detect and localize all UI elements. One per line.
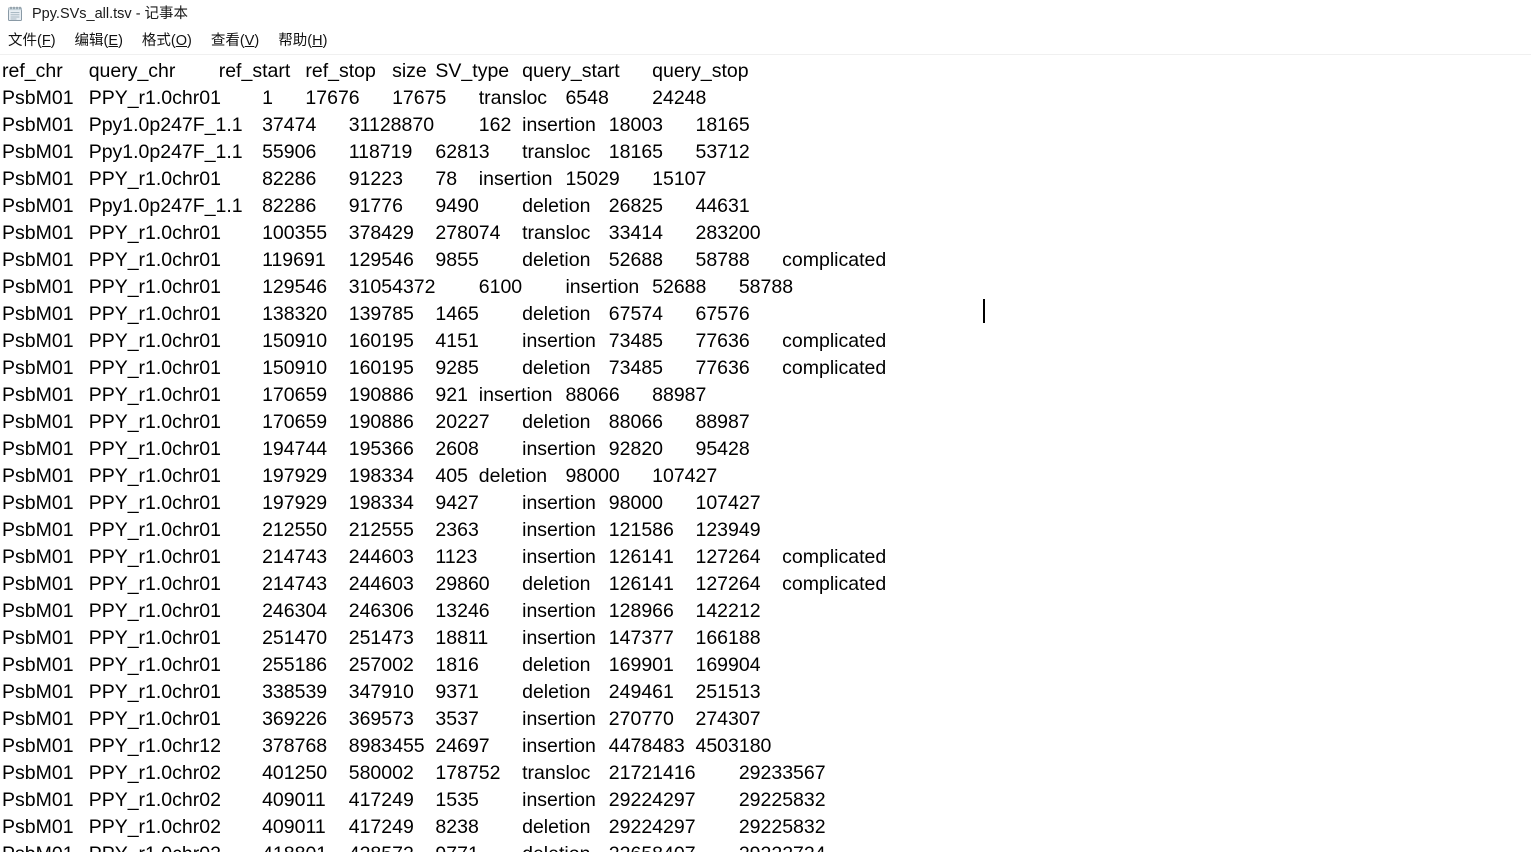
menu-item-label: 格式 (141, 33, 171, 49)
table-row: PsbM01 PPY_r1.0chr01 214743 244603 29860… (2, 573, 887, 595)
table-row: PsbM01 PPY_r1.0chr02 401250 580002 17875… (2, 762, 826, 784)
table-row: PsbM01 PPY_r1.0chr02 409011 417249 1535 … (2, 789, 826, 811)
table-row: PsbM01 PPY_r1.0chr01 338539 347910 9371 … (2, 681, 761, 703)
table-row: PsbM01 PPY_r1.0chr01 369226 369573 3537 … (2, 708, 761, 730)
table-row: PsbM01 PPY_r1.0chr01 150910 160195 9285 … (2, 357, 887, 379)
table-row: PsbM01 PPY_r1.0chr01 1 17676 17675 trans… (2, 87, 707, 109)
table-row: PsbM01 PPY_r1.0chr01 119691 129546 9855 … (2, 249, 887, 271)
menu-item-format[interactable]: 格式(O) (142, 28, 200, 54)
menu-item-accelerator: F (41, 33, 51, 49)
table-row: PsbM01 PPY_r1.0chr01 197929 198334 9427 … (2, 492, 761, 514)
table-row: PsbM01 Ppy1.0p247F_1.1 55906 118719 6281… (2, 141, 750, 163)
menu-item-label: 查看 (210, 33, 240, 49)
menu-item-label: 文件 (8, 33, 37, 49)
table-row: PsbM01 PPY_r1.0chr01 214743 244603 1123 … (2, 546, 887, 568)
table-row: PsbM01 PPY_r1.0chr01 251470 251473 18811… (2, 627, 761, 649)
menu-item-label: 编辑 (74, 33, 104, 49)
table-row: PsbM01 PPY_r1.0chr01 246304 246306 13246… (2, 600, 761, 622)
menu-bar: 文件(F) 编辑(E) 格式(O) 查看(V) 帮助(H) (0, 28, 1531, 54)
table-row: PsbM01 PPY_r1.0chr01 129546 31054372 610… (2, 276, 794, 298)
menu-item-label: 帮助 (278, 33, 308, 49)
table-row: PsbM01 PPY_r1.0chr01 150910 160195 4151 … (2, 330, 887, 352)
text-editor-area[interactable]: ref_chr query_chr ref_start ref_stop siz… (0, 55, 1531, 852)
menu-item-accelerator: V (244, 33, 255, 49)
table-row: PsbM01 PPY_r1.0chr01 82286 91223 78 inse… (2, 168, 707, 190)
table-row: PsbM01 PPY_r1.0chr01 100355 378429 27807… (2, 222, 761, 244)
menu-item-view[interactable]: 查看(V) (211, 28, 267, 54)
menu-item-accelerator: O (175, 33, 188, 49)
menu-item-accelerator: E (108, 33, 119, 49)
table-row: PsbM01 PPY_r1.0chr01 197929 198334 405 d… (2, 465, 718, 487)
table-row: PsbM01 PPY_r1.0chr01 255186 257002 1816 … (2, 654, 761, 676)
menu-item-file[interactable]: 文件(F) (8, 28, 64, 54)
table-row: PsbM01 Ppy1.0p247F_1.1 82286 91776 9490 … (2, 195, 750, 217)
table-row: PsbM01 Ppy1.0p247F_1.1 37474 31128870 16… (2, 114, 750, 136)
table-row: PsbM01 PPY_r1.0chr12 378768 8983455 2469… (2, 735, 772, 757)
table-row: PsbM01 PPY_r1.0chr01 170659 190886 921 i… (2, 384, 707, 406)
menu-item-edit[interactable]: 编辑(E) (75, 28, 131, 54)
menu-item-help[interactable]: 帮助(H) (278, 28, 335, 54)
document-header-row: ref_chr query_chr ref_start ref_stop siz… (2, 60, 749, 82)
table-row: PsbM01 PPY_r1.0chr01 194744 195366 2608 … (2, 438, 750, 460)
notepad-icon (7, 6, 24, 23)
window-title: Ppy.SVs_all.tsv - 记事本 (32, 6, 189, 22)
table-row: PsbM01 PPY_r1.0chr02 409011 417249 8238 … (2, 816, 826, 838)
table-row: PsbM01 PPY_r1.0chr02 418801 428572 9771 … (2, 841, 1531, 852)
text-caret (983, 299, 985, 323)
table-row: PsbM01 PPY_r1.0chr01 212550 212555 2363 … (2, 519, 761, 541)
document-text[interactable]: ref_chr query_chr ref_start ref_stop siz… (0, 55, 1531, 852)
menu-item-accelerator: H (312, 33, 323, 49)
table-row: PsbM01 PPY_r1.0chr01 170659 190886 20227… (2, 411, 750, 433)
table-row: PsbM01 PPY_r1.0chr01 138320 139785 1465 … (2, 303, 750, 325)
window-titlebar: Ppy.SVs_all.tsv - 记事本 (0, 0, 1531, 28)
